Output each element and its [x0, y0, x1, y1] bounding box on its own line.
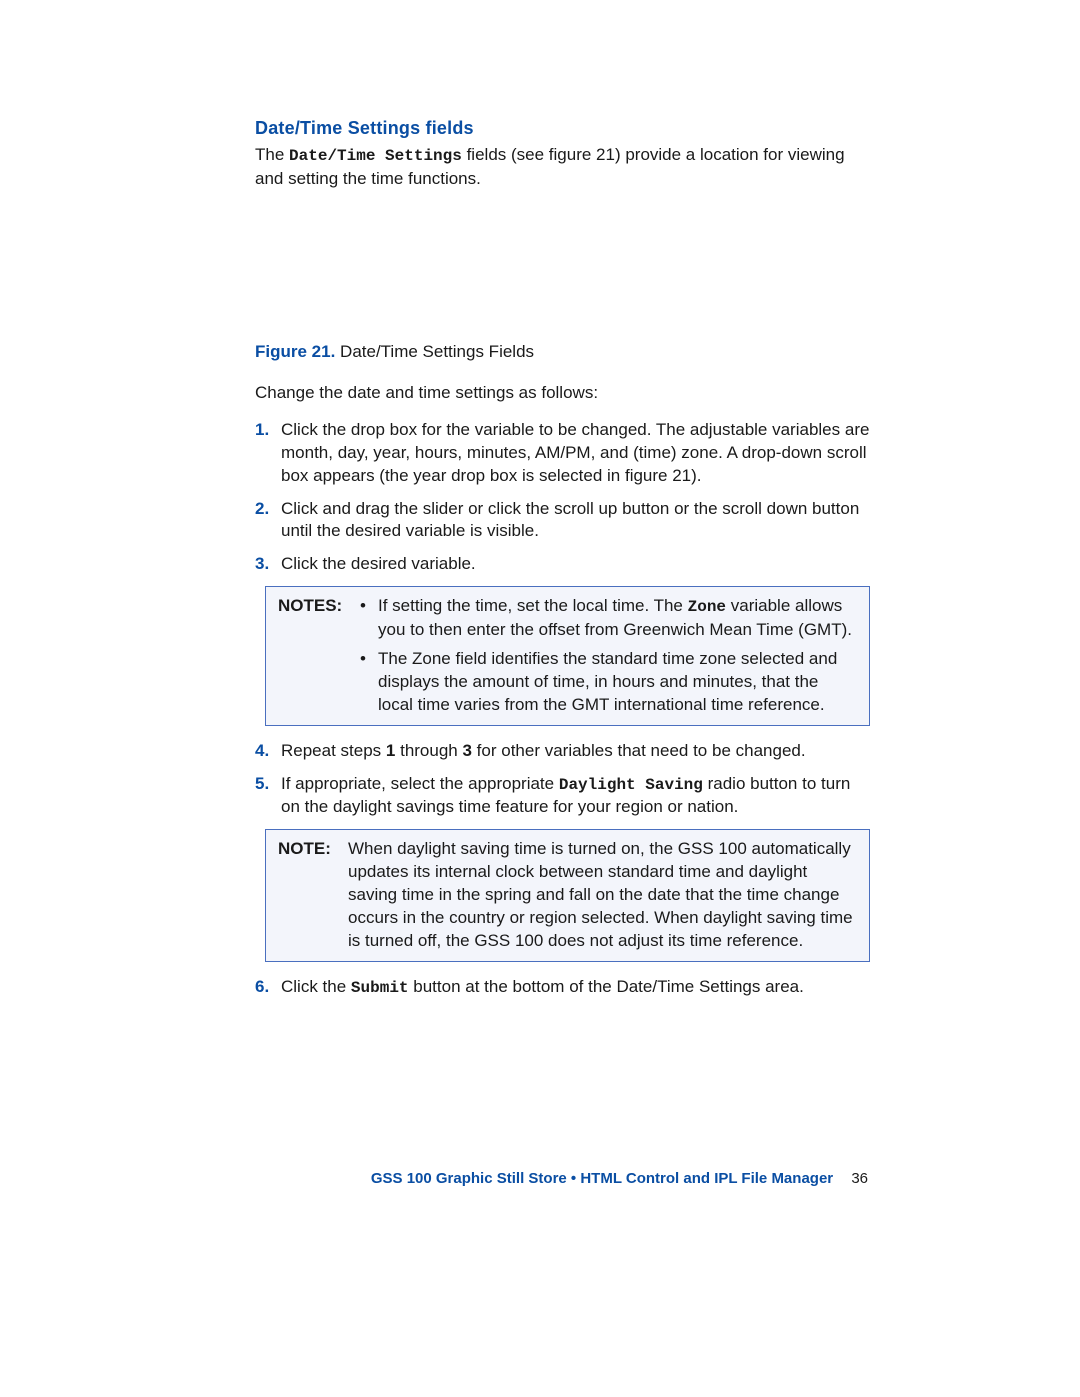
intro-mono: Date/Time Settings [289, 147, 462, 165]
step-6: 6. Click the Submit button at the bottom… [255, 976, 870, 1000]
steps-list: 1. Click the drop box for the variable t… [255, 419, 870, 577]
footer: GSS 100 Graphic Still Store • HTML Contr… [371, 1169, 868, 1189]
note-box-2: NOTE: When daylight saving time is turne… [265, 829, 870, 962]
s6-mono: Submit [351, 979, 409, 997]
page-number: 36 [851, 1170, 868, 1187]
step-4: 4. Repeat steps 1 through 3 for other va… [255, 740, 870, 763]
section-heading: Date/Time Settings fields [255, 116, 870, 140]
lead-sentence: Change the date and time settings as fol… [255, 382, 870, 405]
s4-mid: through [395, 741, 462, 760]
step-number: 1. [255, 419, 281, 488]
steps-list-continued: 4. Repeat steps 1 through 3 for other va… [255, 740, 870, 819]
notes-content: • If setting the time, set the local tim… [360, 595, 857, 716]
s6-pre: Click the [281, 977, 351, 996]
step-number: 5. [255, 773, 281, 820]
note-bullet-2: • The Zone field identifies the standard… [360, 648, 857, 717]
figure-number: Figure 21. [255, 342, 335, 361]
note-content: When daylight saving time is turned on, … [348, 838, 857, 953]
note-bullet-1: • If setting the time, set the local tim… [360, 595, 857, 642]
s5-pre: If appropriate, select the appropriate [281, 774, 559, 793]
notes-label: NOTES: [278, 595, 360, 716]
step-3: 3. Click the desired variable. [255, 553, 870, 576]
note-text: The Zone field identifies the standard t… [378, 648, 857, 717]
step-number: 2. [255, 498, 281, 544]
step-body: If appropriate, select the appropriate D… [281, 773, 870, 820]
step-number: 3. [255, 553, 281, 576]
document-page: Date/Time Settings fields The Date/Time … [0, 0, 1080, 1397]
bullet-icon: • [360, 595, 378, 642]
footer-title: GSS 100 Graphic Still Store • HTML Contr… [371, 1170, 833, 1187]
s4-post: for other variables that need to be chan… [472, 741, 806, 760]
step-5: 5. If appropriate, select the appropriat… [255, 773, 870, 820]
note-text: If setting the time, set the local time.… [378, 595, 857, 642]
step-body: Click the Submit button at the bottom of… [281, 976, 870, 1000]
step-body: Repeat steps 1 through 3 for other varia… [281, 740, 870, 763]
step-number: 6. [255, 976, 281, 1000]
figure-title: Date/Time Settings Fields [335, 342, 534, 361]
s4-b1: 1 [386, 741, 395, 760]
bullet-icon: • [360, 648, 378, 717]
steps-list-final: 6. Click the Submit button at the bottom… [255, 976, 870, 1000]
step-number: 4. [255, 740, 281, 763]
s4-b2: 3 [462, 741, 471, 760]
s4-pre: Repeat steps [281, 741, 386, 760]
intro-pre: The [255, 145, 289, 164]
s5-mono: Daylight Saving [559, 776, 703, 794]
s6-post: button at the bottom of the Date/Time Se… [409, 977, 804, 996]
note1-mono: Zone [688, 598, 726, 616]
step-1: 1. Click the drop box for the variable t… [255, 419, 870, 488]
step-2: 2. Click and drag the slider or click th… [255, 498, 870, 544]
notes-box: NOTES: • If setting the time, set the lo… [265, 586, 870, 725]
step-body: Click the desired variable. [281, 553, 870, 576]
note-label: NOTE: [278, 838, 348, 953]
step-body: Click and drag the slider or click the s… [281, 498, 870, 544]
figure-caption: Figure 21. Date/Time Settings Fields [255, 341, 870, 364]
intro-paragraph: The Date/Time Settings fields (see figur… [255, 144, 870, 191]
note1-pre: If setting the time, set the local time.… [378, 596, 688, 615]
step-body: Click the drop box for the variable to b… [281, 419, 870, 488]
